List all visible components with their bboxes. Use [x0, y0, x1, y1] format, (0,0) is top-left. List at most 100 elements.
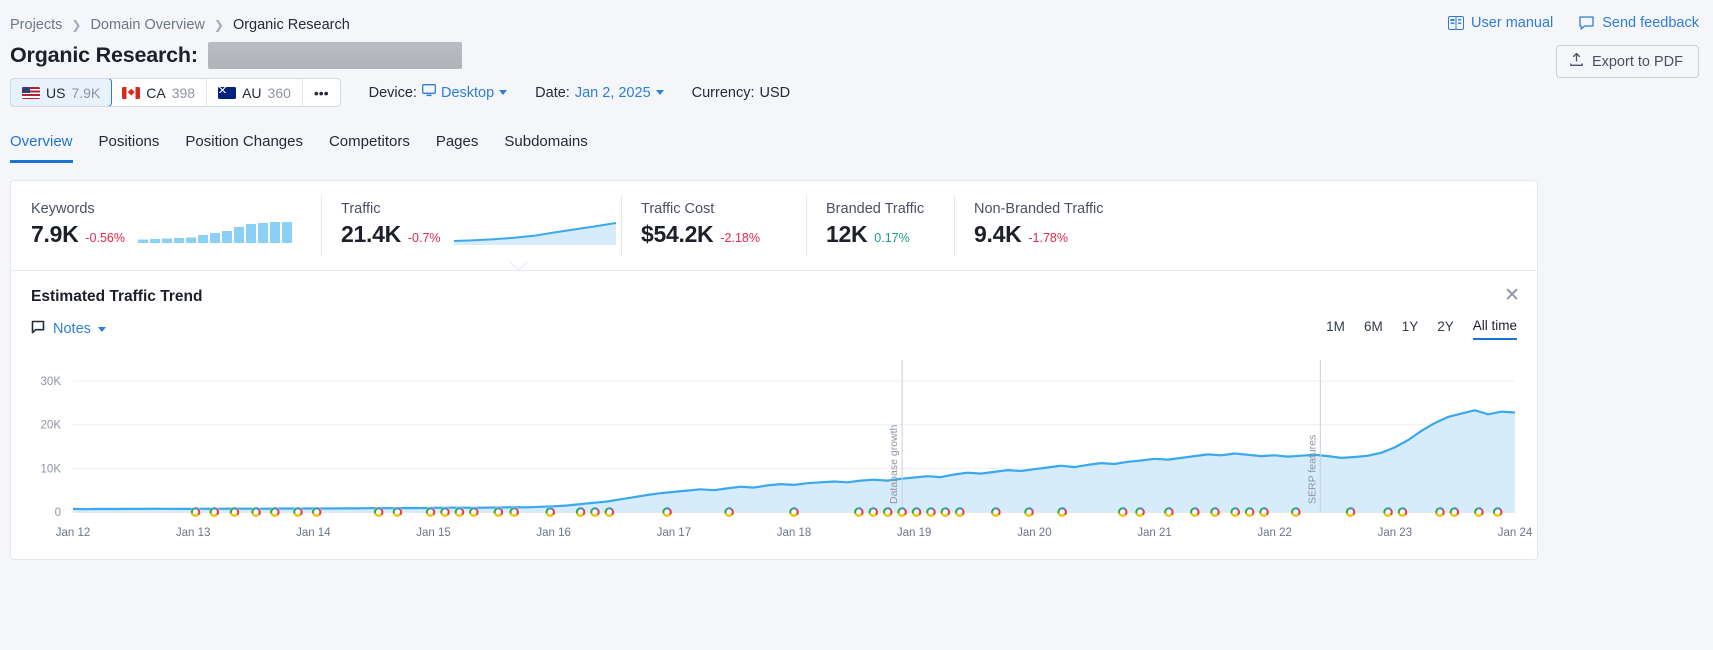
- traffic-trend-chart[interactable]: 0 10K 20K 30K Database growth SERP features Ja…: [11, 354, 1537, 559]
- database-chip-ca[interactable]: CA 398: [111, 79, 208, 106]
- google-update-marker[interactable]: [1449, 506, 1460, 518]
- google-update-marker[interactable]: [1434, 506, 1446, 518]
- google-update-marker[interactable]: [1023, 506, 1035, 518]
- google-update-marker[interactable]: [604, 506, 615, 518]
- export-to-pdf-label: Export to PDF: [1591, 53, 1683, 70]
- device-filter-value[interactable]: Desktop: [422, 84, 508, 101]
- google-update-marker[interactable]: [1345, 506, 1356, 518]
- google-update-marker[interactable]: [311, 506, 322, 518]
- google-update-marker[interactable]: [868, 506, 879, 518]
- metric-keywords[interactable]: Keywords 7.9K -0.56%: [11, 181, 321, 270]
- send-feedback-link[interactable]: Send feedback: [1579, 15, 1699, 31]
- range-2y[interactable]: 2Y: [1437, 319, 1454, 339]
- metric-branded-traffic[interactable]: Branded Traffic 12K 0.17%: [806, 181, 954, 270]
- range-1y[interactable]: 1Y: [1402, 319, 1419, 339]
- range-1m[interactable]: 1M: [1326, 319, 1345, 339]
- google-update-marker[interactable]: [1189, 506, 1201, 518]
- tab-position-changes[interactable]: Position Changes: [185, 133, 303, 163]
- range-all-time[interactable]: All time: [1472, 318, 1517, 340]
- google-update-marker[interactable]: [723, 506, 735, 518]
- metric-label: Traffic Cost: [641, 201, 715, 217]
- chevron-down-icon: [499, 90, 508, 95]
- google-update-marker[interactable]: [292, 506, 304, 518]
- tab-subdomains[interactable]: Subdomains: [504, 133, 587, 163]
- breadcrumb-item-domain-overview[interactable]: Domain Overview: [90, 17, 204, 33]
- google-update-marker[interactable]: [1163, 506, 1175, 518]
- user-manual-link[interactable]: User manual: [1448, 15, 1553, 31]
- google-update-marker[interactable]: [269, 506, 281, 518]
- google-update-marker[interactable]: [229, 506, 240, 518]
- google-update-marker[interactable]: [896, 506, 908, 518]
- x-axis-tick-label: Jan 12: [56, 527, 91, 539]
- google-update-marker[interactable]: [925, 506, 937, 518]
- tab-competitors[interactable]: Competitors: [329, 133, 410, 163]
- breadcrumb-item-projects[interactable]: Projects: [10, 17, 62, 33]
- google-update-marker[interactable]: [1230, 506, 1241, 518]
- google-update-marker[interactable]: [1057, 506, 1068, 518]
- breadcrumb-separator: ❯: [213, 18, 224, 32]
- google-update-marker[interactable]: [1258, 506, 1270, 518]
- google-update-marker[interactable]: [1134, 506, 1146, 518]
- google-update-marker[interactable]: [954, 506, 966, 518]
- google-update-marker[interactable]: [1397, 506, 1408, 518]
- chevron-down-icon: [655, 90, 664, 95]
- google-update-marker[interactable]: [468, 506, 480, 518]
- metric-non-branded-traffic[interactable]: Non-Branded Traffic 9.4K -1.78%: [954, 181, 1214, 270]
- google-update-marker[interactable]: [545, 506, 556, 518]
- metric-value: 21.4K: [341, 221, 401, 247]
- notes-label: Notes: [53, 321, 91, 337]
- google-update-marker[interactable]: [990, 506, 1002, 518]
- date-filter-value[interactable]: Jan 2, 2025: [575, 85, 664, 101]
- x-axis-tick-label: Jan 22: [1257, 527, 1292, 539]
- flag-ca-icon: [122, 86, 141, 99]
- upload-icon: [1569, 52, 1584, 71]
- database-more-button[interactable]: •••: [303, 79, 340, 106]
- tab-overview[interactable]: Overview: [10, 133, 73, 163]
- tab-positions[interactable]: Positions: [99, 133, 160, 163]
- google-update-marker[interactable]: [853, 506, 865, 518]
- google-update-marker[interactable]: [1473, 506, 1485, 518]
- google-update-marker[interactable]: [589, 506, 601, 518]
- chart-title: Estimated Traffic Trend: [31, 288, 203, 305]
- organic-research-page: Projects ❯ Domain Overview ❯ Organic Res…: [0, 0, 1713, 650]
- google-update-marker[interactable]: [788, 506, 800, 518]
- google-update-marker[interactable]: [911, 506, 922, 518]
- google-update-marker[interactable]: [1492, 506, 1503, 518]
- metric-traffic[interactable]: Traffic 21.4K -0.7%: [321, 181, 621, 270]
- x-axis-tick-label: Jan 21: [1137, 527, 1172, 539]
- google-update-marker[interactable]: [882, 506, 893, 518]
- range-6m[interactable]: 6M: [1364, 319, 1383, 339]
- device-filter: Device: Desktop: [369, 84, 508, 101]
- google-update-marker[interactable]: [392, 506, 403, 518]
- google-update-marker[interactable]: [1290, 506, 1302, 518]
- filter-bar: US 7.9K CA 398 AU 360 ••• Device:: [10, 78, 790, 107]
- google-update-marker[interactable]: [1244, 506, 1255, 518]
- google-update-marker[interactable]: [425, 506, 436, 518]
- google-update-marker[interactable]: [250, 506, 262, 518]
- google-update-marker[interactable]: [209, 506, 220, 518]
- google-update-marker[interactable]: [439, 506, 451, 518]
- google-update-marker[interactable]: [493, 506, 504, 518]
- breadcrumb-item-organic-research[interactable]: Organic Research: [233, 17, 350, 33]
- notes-button[interactable]: Notes: [31, 320, 106, 339]
- x-axis-tick-label: Jan 23: [1378, 527, 1413, 539]
- google-update-marker[interactable]: [1209, 506, 1221, 518]
- tab-pages[interactable]: Pages: [436, 133, 479, 163]
- database-chip-us[interactable]: US 7.9K: [10, 79, 113, 106]
- google-update-marker[interactable]: [373, 506, 384, 518]
- google-update-marker[interactable]: [1382, 506, 1394, 518]
- google-update-marker[interactable]: [190, 506, 201, 518]
- google-update-marker[interactable]: [575, 506, 586, 518]
- time-range-selector: 1M 6M 1Y 2Y All time: [1326, 318, 1517, 340]
- metric-label: Branded Traffic: [826, 201, 925, 217]
- export-to-pdf-button[interactable]: Export to PDF: [1555, 45, 1699, 78]
- google-update-marker[interactable]: [940, 506, 951, 518]
- database-chip-au[interactable]: AU 360: [207, 79, 303, 106]
- metrics-row: Keywords 7.9K -0.56% Traffic 21.4K -0.7%…: [11, 181, 1537, 270]
- google-update-marker[interactable]: [661, 506, 673, 518]
- google-update-marker[interactable]: [454, 506, 465, 518]
- close-icon[interactable]: ✕: [1504, 286, 1520, 305]
- metric-traffic-cost[interactable]: Traffic Cost $54.2K -2.18%: [621, 181, 806, 270]
- google-update-marker[interactable]: [1117, 506, 1128, 518]
- google-update-marker[interactable]: [509, 506, 520, 518]
